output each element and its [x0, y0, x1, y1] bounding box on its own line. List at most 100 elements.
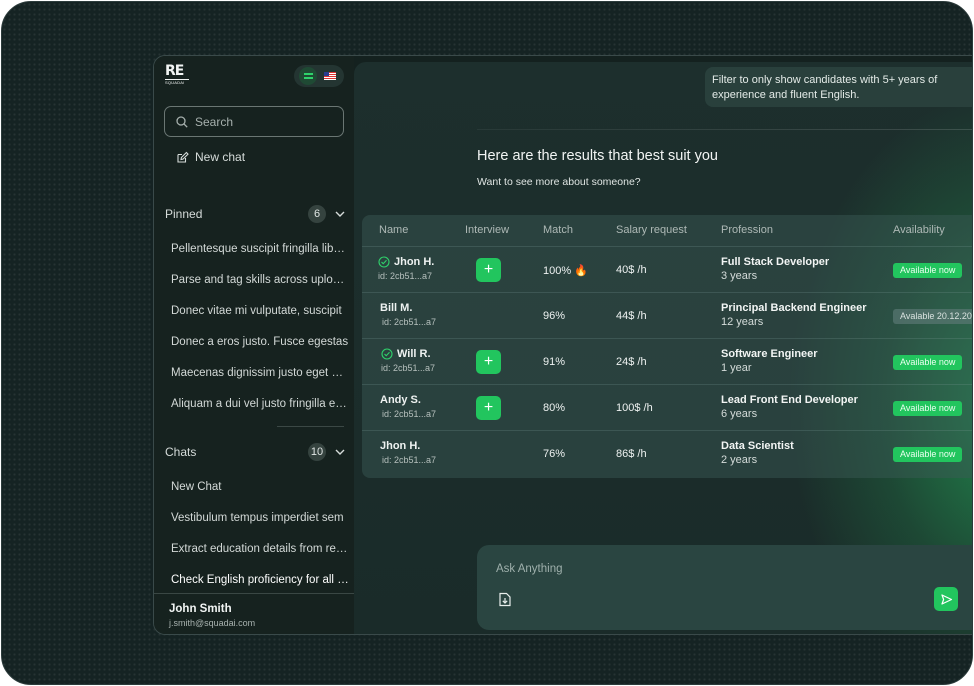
pinned-item[interactable]: Parse and tag skills across uploaded res…: [171, 265, 349, 296]
candidate-name: Jhon H.: [394, 256, 435, 268]
experience-years: 12 years: [721, 316, 764, 328]
header-match: Match: [543, 224, 573, 236]
user-email: j.smith@squadai.com: [169, 618, 256, 628]
availability-badge: Avalable 20.12.2025: [893, 309, 972, 324]
chat-item-active[interactable]: Check English proficiency for all candid…: [171, 565, 349, 596]
header-name: Name: [379, 224, 409, 236]
candidate-name: Will R.: [397, 348, 431, 360]
app-window: RE SQUADAI Search New chat Pinned 6 Pell…: [153, 55, 972, 635]
pinned-item[interactable]: Aliquam a dui vel justo fringilla euismo…: [171, 389, 349, 420]
salary-request: 44$ /h: [616, 310, 647, 322]
pinned-header[interactable]: Pinned 6: [165, 205, 345, 223]
mode-toggle: [294, 65, 344, 87]
new-chat-button[interactable]: New chat: [176, 150, 245, 164]
pinned-label: Pinned: [165, 207, 203, 221]
table-header: Name Interview Match Salary request Prof…: [362, 215, 972, 246]
candidate-name-cell: Andy S. id: 2cb51...a7: [380, 394, 436, 419]
chat-mode-button[interactable]: [299, 67, 317, 85]
availability-badge: Available now: [893, 263, 963, 278]
table-row[interactable]: Jhon H. id: 2cb51...a7 + 100% 🔥 40$ /h F…: [362, 246, 972, 292]
match-score: 91%: [543, 356, 566, 368]
add-interview-button[interactable]: +: [476, 350, 501, 374]
add-interview-button[interactable]: +: [476, 258, 501, 282]
message-divider: [477, 129, 972, 130]
plus-icon: +: [483, 353, 494, 370]
candidate-name-cell: Jhon H. id: 2cb51...a7: [378, 256, 434, 281]
chats-count-badge: 10: [308, 443, 326, 461]
profession-cell: Lead Front End Developer 6 years: [721, 394, 858, 420]
salary-request: 86$ /h: [616, 448, 647, 460]
candidate-id: id: 2cb51...a7: [378, 271, 433, 281]
user-name: John Smith: [169, 603, 232, 615]
chats-list: New Chat Vestibulum tempus imperdiet sem…: [171, 472, 349, 596]
plus-icon: +: [483, 261, 494, 278]
pinned-item[interactable]: Donec vitae mi vulputate, suscipit: [171, 296, 349, 327]
chats-header[interactable]: Chats 10: [165, 443, 345, 461]
candidate-name-cell: Will R. id: 2cb51...a7: [381, 348, 435, 373]
profession-title: Data Scientist: [721, 440, 794, 452]
results-subtitle: Want to see more about someone?: [477, 176, 641, 188]
chat-panel: Filter to only show candidates with 5+ y…: [354, 62, 972, 634]
verified-check-icon: [378, 256, 390, 268]
candidate-name-cell: Bill M. id: 2cb51...a7: [380, 302, 436, 327]
table-row[interactable]: Will R. id: 2cb51...a7 + 91% 24$ /h Soft…: [362, 338, 972, 384]
user-query-bubble: Filter to only show candidates with 5+ y…: [705, 67, 972, 107]
chat-icon: [303, 73, 313, 79]
salary-request: 24$ /h: [616, 356, 647, 368]
ask-input-placeholder: Ask Anything: [496, 563, 563, 575]
header-salary: Salary request: [616, 224, 687, 236]
logo: RE SQUADAI: [165, 64, 189, 86]
header-profession: Profession: [721, 224, 773, 236]
candidate-name-cell: Jhon H. id: 2cb51...a7: [380, 440, 436, 465]
profession-cell: Data Scientist 2 years: [721, 440, 794, 466]
chat-item[interactable]: New Chat: [171, 472, 349, 503]
profession-title: Principal Backend Engineer: [721, 302, 867, 314]
chat-item[interactable]: Extract education details from resumes: [171, 534, 349, 565]
chat-item[interactable]: Vestibulum tempus imperdiet sem: [171, 503, 349, 534]
match-score: 76%: [543, 448, 566, 460]
attach-file-icon[interactable]: [498, 592, 512, 612]
availability-badge: Available now: [893, 447, 963, 462]
chats-label: Chats: [165, 445, 197, 459]
language-button[interactable]: [321, 67, 339, 85]
search-icon: [176, 115, 188, 128]
send-button[interactable]: [934, 587, 958, 611]
chevron-down-icon[interactable]: [335, 209, 345, 219]
candidate-id: id: 2cb51...a7: [382, 455, 437, 465]
pinned-item[interactable]: Maecenas dignissim justo eget nulla: [171, 358, 349, 389]
chevron-down-icon[interactable]: [335, 447, 345, 457]
match-score: 80%: [543, 402, 566, 414]
candidates-table: Name Interview Match Salary request Prof…: [362, 215, 972, 478]
candidate-name: Bill M.: [380, 302, 413, 314]
candidate-id: id: 2cb51...a7: [382, 409, 437, 419]
experience-years: 3 years: [721, 270, 758, 282]
experience-years: 2 years: [721, 454, 758, 466]
candidate-name: Jhon H.: [380, 440, 421, 452]
send-icon: [940, 593, 952, 605]
profession-title: Full Stack Developer: [721, 256, 830, 268]
table-row[interactable]: Bill M. id: 2cb51...a7 96% 44$ /h Princi…: [362, 292, 972, 338]
verified-check-icon: [381, 348, 393, 360]
section-divider: [277, 426, 344, 427]
profession-cell: Software Engineer 1 year: [721, 348, 818, 374]
table-row[interactable]: Jhon H. id: 2cb51...a7 76% 86$ /h Data S…: [362, 430, 972, 476]
table-row[interactable]: Andy S. id: 2cb51...a7 + 80% 100$ /h Lea…: [362, 384, 972, 430]
plus-icon: +: [483, 399, 494, 416]
experience-years: 1 year: [721, 362, 752, 374]
us-flag-icon: [324, 72, 336, 80]
pinned-item[interactable]: Donec a eros justo. Fusce egestas: [171, 327, 349, 358]
candidate-name: Andy S.: [380, 394, 421, 406]
add-interview-button[interactable]: +: [476, 396, 501, 420]
header-availability: Availability: [893, 224, 945, 236]
search-input[interactable]: Search: [164, 106, 344, 137]
pinned-item[interactable]: Pellentesque suscipit fringilla libero: [171, 234, 349, 265]
edit-icon: [177, 151, 189, 163]
device-frame: RE SQUADAI Search New chat Pinned 6 Pell…: [1, 1, 973, 685]
pinned-count-badge: 6: [308, 205, 326, 223]
experience-years: 6 years: [721, 408, 758, 420]
message-composer[interactable]: Ask Anything: [477, 545, 972, 630]
availability-badge: Available now: [893, 355, 963, 370]
candidate-id: id: 2cb51...a7: [381, 363, 436, 373]
match-score: 100% 🔥: [543, 265, 588, 277]
user-profile[interactable]: John Smith j.smith@squadai.com: [154, 593, 354, 634]
